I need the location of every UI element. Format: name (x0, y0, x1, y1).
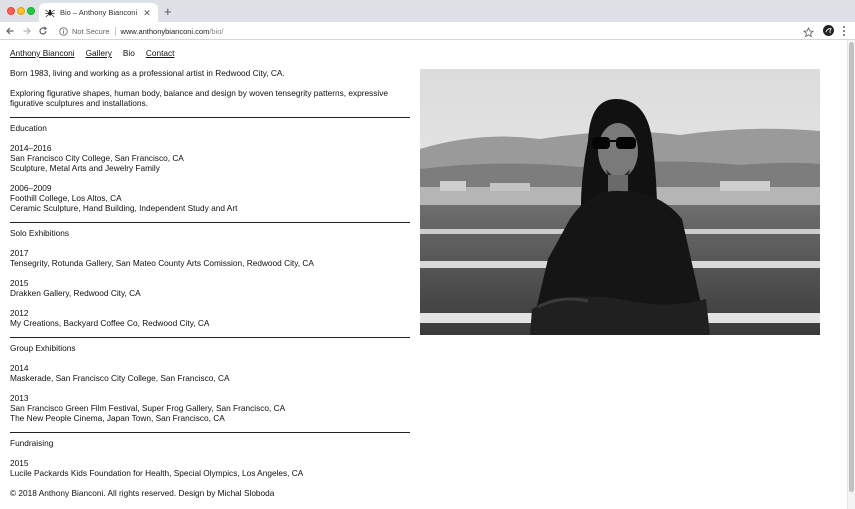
tab-strip: Bio – Anthony Bianconi ✕ + (0, 0, 855, 22)
fundraising-year: 2015 (10, 458, 29, 468)
nav-link-contact[interactable]: Contact (146, 48, 175, 58)
tab-title: Bio – Anthony Bianconi (60, 8, 138, 17)
section-divider (10, 117, 410, 118)
section-divider (10, 222, 410, 223)
solo-year: 2012 (10, 308, 29, 318)
group-year: 2014 (10, 363, 29, 373)
education-years: 2006–2009 (10, 183, 52, 193)
close-window-button[interactable] (7, 7, 15, 15)
info-icon[interactable] (58, 26, 68, 36)
browser-tab-active[interactable]: Bio – Anthony Bianconi ✕ (39, 3, 158, 22)
extension-icon[interactable] (823, 25, 834, 36)
section-heading-group: Group Exhibitions (10, 343, 76, 353)
intro-statement: Exploring figurative shapes, human body,… (10, 88, 389, 108)
new-tab-button[interactable]: + (164, 5, 172, 18)
minimize-window-button[interactable] (17, 7, 25, 15)
section-heading-solo: Solo Exhibitions (10, 228, 70, 238)
arrow-left-icon[interactable] (3, 24, 17, 38)
url-path: /bio/ (209, 26, 224, 36)
arrow-right-icon[interactable] (20, 24, 34, 38)
kebab-menu-icon[interactable] (840, 25, 848, 37)
education-detail: Sculpture, Metal Arts and Jewelry Family (10, 163, 160, 173)
group-item: The New People Cinema, Japan Town, San F… (10, 413, 225, 423)
nav-link-gallery[interactable]: Gallery (86, 48, 112, 58)
bio-column: Born 1983, living and working as a profe… (10, 68, 410, 498)
close-tab-icon[interactable]: ✕ (142, 8, 152, 18)
artist-portrait-photo (420, 69, 820, 335)
maximize-window-button[interactable] (27, 7, 35, 15)
section-divider (10, 337, 410, 338)
group-item: Maskerade, San Francisco City College, S… (10, 373, 230, 383)
solo-item: Drakken Gallery, Redwood City, CA (10, 288, 141, 298)
site-nav: Anthony Bianconi Gallery Bio Contact (10, 48, 185, 58)
browser-toolbar: Not Secure www.anthonybianconi.com/bio/ (0, 22, 855, 40)
solo-year: 2017 (10, 248, 29, 258)
reload-icon[interactable] (36, 24, 50, 38)
group-year: 2013 (10, 393, 29, 403)
section-heading-fundraising: Fundraising (10, 438, 54, 448)
intro-line: Born 1983, living and working as a profe… (10, 68, 285, 78)
solo-item: My Creations, Backyard Coffee Co, Redwoo… (10, 318, 210, 328)
education-detail: Ceramic Sculpture, Hand Building, Indepe… (10, 203, 238, 213)
page-viewport: Anthony Bianconi Gallery Bio Contact Bor… (0, 40, 847, 509)
group-item: San Francisco Green Film Festival, Super… (10, 403, 286, 413)
education-school: Foothill College, Los Altos, CA (10, 193, 122, 203)
security-status: Not Secure (72, 26, 110, 36)
education-years: 2014–2016 (10, 143, 52, 153)
nav-link-home[interactable]: Anthony Bianconi (10, 48, 75, 58)
spider-icon (45, 8, 55, 18)
solo-item: Tensegrity, Rotunda Gallery, San Mateo C… (10, 258, 314, 268)
solo-year: 2015 (10, 278, 29, 288)
page-scrollbar[interactable] (847, 40, 855, 509)
nav-current-bio: Bio (122, 48, 135, 58)
footer-copyright: © 2018 Anthony Bianconi. All rights rese… (10, 488, 275, 498)
section-heading-education: Education (10, 123, 47, 133)
scrollbar-thumb[interactable] (849, 42, 854, 492)
url-host: www.anthonybianconi.com (120, 26, 210, 36)
fundraising-item: Lucile Packards Kids Foundation for Heal… (10, 468, 304, 478)
address-bar[interactable]: Not Secure www.anthonybianconi.com/bio/ (55, 23, 817, 39)
education-school: San Francisco City College, San Francisc… (10, 153, 184, 163)
address-separator (114, 26, 116, 36)
star-icon[interactable] (802, 25, 815, 38)
section-divider (10, 432, 410, 433)
